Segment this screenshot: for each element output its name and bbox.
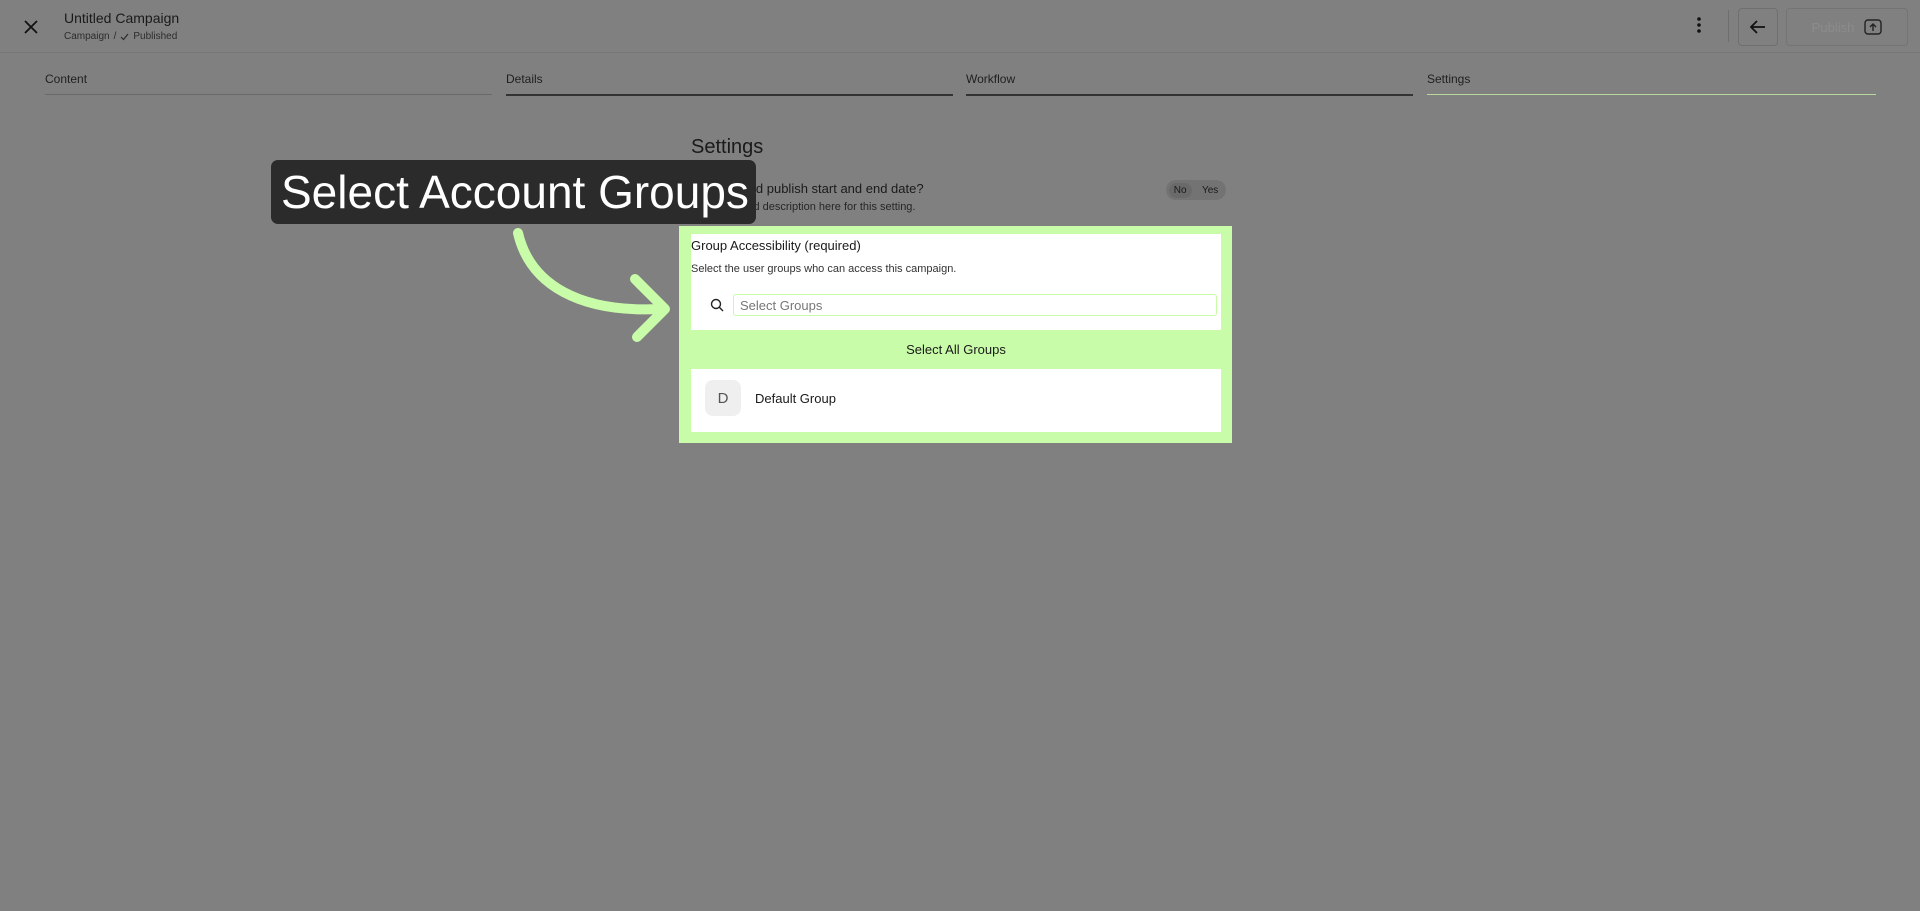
tab-settings[interactable]: Settings <box>1427 72 1876 95</box>
tab-workflow[interactable]: Workflow <box>966 72 1413 96</box>
campaign-title: Untitled Campaign <box>64 10 180 26</box>
arrow-left-icon <box>1750 20 1765 34</box>
select-all-groups-button[interactable]: Select All Groups <box>691 330 1221 369</box>
search-icon <box>707 298 727 312</box>
publish-icon <box>1864 19 1883 35</box>
pointer-arrow-icon <box>513 228 670 342</box>
page-title: Settings <box>691 136 764 158</box>
breadcrumb-parent[interactable]: Campaign <box>64 31 110 42</box>
back-button[interactable] <box>1738 8 1778 46</box>
callout-tooltip: Select Account Groups <box>271 160 756 224</box>
avatar: D <box>705 380 741 416</box>
breadcrumb-separator: / <box>113 31 117 42</box>
kebab-menu-icon <box>1697 17 1701 33</box>
toggle-no[interactable]: No <box>1168 182 1192 198</box>
setting-question: Add publish start and end date? <box>740 181 924 196</box>
publish-date-toggle[interactable]: No Yes <box>1166 180 1226 200</box>
close-icon <box>24 20 38 34</box>
publish-label: Publish <box>1811 19 1855 35</box>
status-label: Published <box>133 31 178 42</box>
tab-content[interactable]: Content <box>45 72 492 95</box>
group-search <box>697 290 1219 320</box>
tab-details[interactable]: Details <box>506 72 953 96</box>
group-accessibility-panel: Group Accessibility (required) Select th… <box>691 234 1221 432</box>
tab-details-label: Details <box>506 72 543 86</box>
select-all-label: Select All Groups <box>906 342 1006 357</box>
list-item[interactable]: D Default Group <box>691 373 1221 423</box>
check-icon <box>120 33 129 40</box>
top-bar <box>0 0 1920 53</box>
group-accessibility-description: Select the user groups who can access th… <box>691 263 957 275</box>
search-groups-input[interactable] <box>733 294 1217 316</box>
more-options-button[interactable] <box>1688 14 1710 36</box>
tab-workflow-label: Workflow <box>966 72 1016 86</box>
tab-settings-label: Settings <box>1427 72 1471 86</box>
toggle-yes[interactable]: Yes <box>1197 183 1223 198</box>
close-button[interactable] <box>18 14 44 40</box>
header-divider <box>1728 10 1729 42</box>
group-name: Default Group <box>755 390 836 406</box>
tab-content-label: Content <box>45 72 88 86</box>
breadcrumb: Campaign / Published <box>64 31 177 42</box>
group-accessibility-title: Group Accessibility (required) <box>691 238 861 253</box>
setting-description: Add description here for this setting. <box>740 201 916 213</box>
publish-button[interactable]: Publish <box>1786 8 1908 46</box>
